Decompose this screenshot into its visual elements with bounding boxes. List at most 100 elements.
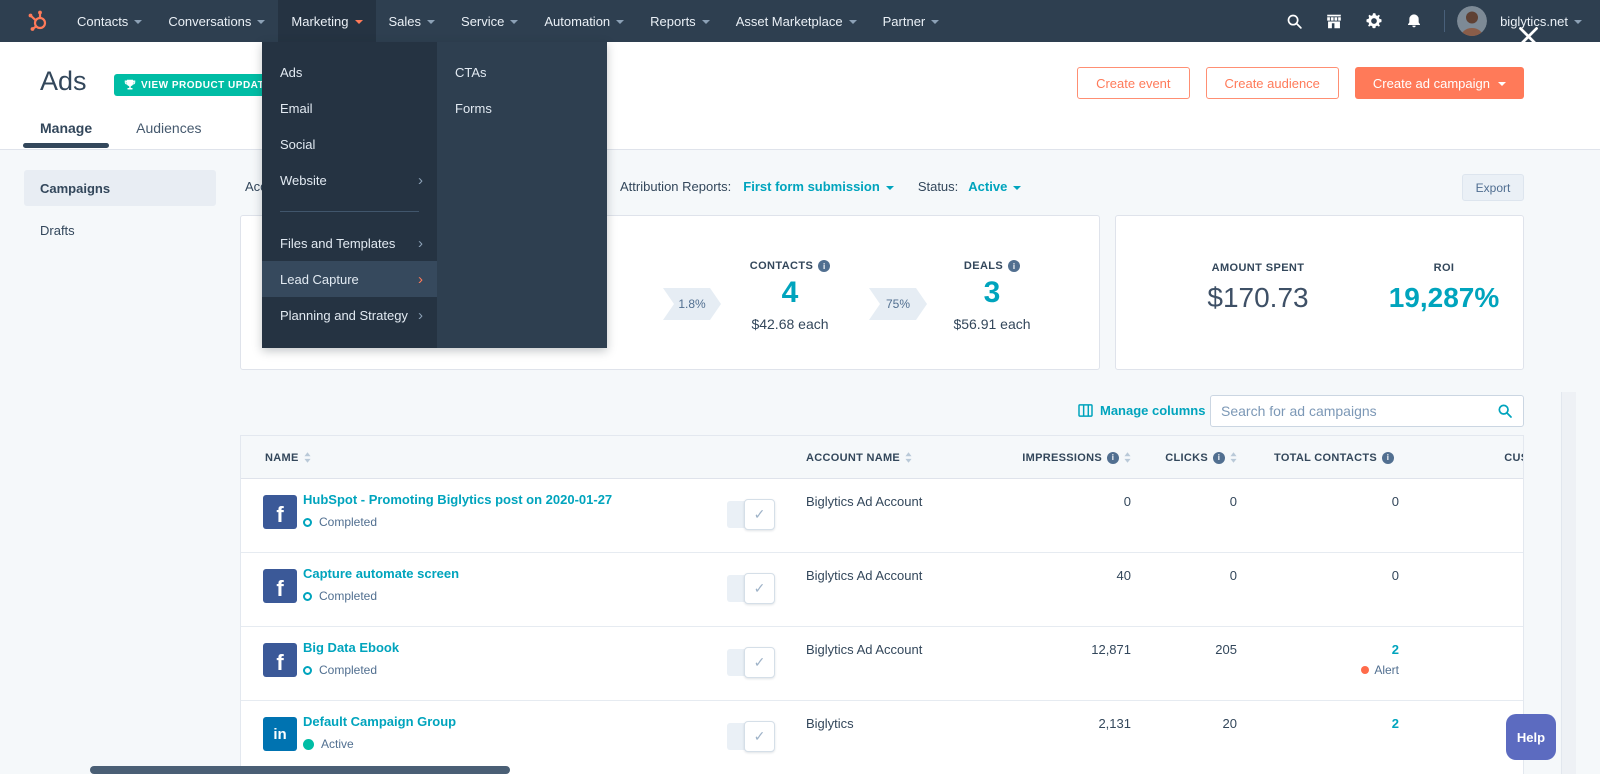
sidebar-item-drafts[interactable]: Drafts (24, 212, 216, 248)
chevron-right-icon (418, 235, 423, 252)
page-header: Ads VIEW PRODUCT UPDATES Create event Cr… (0, 42, 1600, 150)
attribution-dropdown[interactable]: First form submission (743, 179, 894, 194)
facebook-icon: f (263, 643, 297, 677)
toggle-knob-check-icon (744, 573, 775, 604)
tab-audiences[interactable]: Audiences (136, 120, 201, 148)
sort-icon[interactable] (1230, 452, 1237, 463)
roi-stat: ROI 19,287% (1364, 262, 1524, 314)
horizontal-scrollbar-thumb[interactable] (90, 766, 510, 774)
campaign-status: Active (303, 737, 354, 751)
column-header-impressions[interactable]: IMPRESSIONS (1001, 436, 1131, 479)
contacts-value: 4 (781, 276, 799, 309)
spend-roi-card: AMOUNT SPENT $170.73 ROI 19,287% (1115, 215, 1524, 370)
notifications-bell-icon[interactable] (1396, 0, 1432, 42)
create-audience-button[interactable]: Create audience (1205, 67, 1339, 99)
conversion-rate: 1.8% (678, 297, 706, 311)
search-icon[interactable] (1276, 0, 1312, 42)
info-icon[interactable] (818, 260, 831, 272)
alert-dot-icon (1361, 666, 1370, 674)
close-icon[interactable] (1517, 25, 1540, 53)
menu-item-lead-capture[interactable]: Lead Capture (262, 261, 437, 297)
campaign-name-link[interactable]: Capture automate screen (303, 566, 459, 581)
chevron-down-icon (134, 20, 143, 24)
info-icon[interactable] (1008, 260, 1021, 272)
column-label: IMPRESSIONS (1022, 451, 1102, 464)
nav-item-partner[interactable]: Partner (870, 0, 953, 42)
campaign-search (1210, 395, 1524, 427)
campaign-name-link[interactable]: HubSpot - Promoting Biglytics post on 20… (303, 492, 612, 507)
nav-item-marketing[interactable]: Marketing (278, 0, 376, 42)
nav-item-reports[interactable]: Reports (637, 0, 723, 42)
nav-item-asset-marketplace[interactable]: Asset Marketplace (723, 0, 870, 42)
search-input[interactable] (1211, 403, 1493, 419)
impressions-cell: 0 (1123, 494, 1131, 509)
help-button[interactable]: Help (1506, 714, 1556, 760)
nav-item-contacts[interactable]: Contacts (64, 0, 155, 42)
toggle-knob-check-icon (744, 721, 775, 752)
info-icon[interactable] (1107, 451, 1119, 464)
column-header-customers[interactable]: CUSTOMERS (1474, 436, 1523, 479)
create-ad-campaign-button[interactable]: Create ad campaign (1354, 67, 1524, 99)
submenu-item-ctas[interactable]: CTAs (437, 54, 607, 90)
attribution-label: Attribution Reports: (620, 179, 732, 194)
status-dropdown[interactable]: Active (968, 179, 1022, 194)
info-icon[interactable] (1213, 451, 1225, 464)
nav-item-automation[interactable]: Automation (531, 0, 637, 42)
sidebar-item-campaigns[interactable]: Campaigns (24, 170, 216, 206)
menu-item-social[interactable]: Social (262, 126, 437, 162)
campaign-name-link[interactable]: Default Campaign Group (303, 714, 456, 729)
column-label: CLICKS (1165, 451, 1208, 464)
nav-item-service[interactable]: Service (448, 0, 531, 42)
contacts-link[interactable]: 2 (1392, 716, 1399, 731)
campaign-name-link[interactable]: Big Data Ebook (303, 640, 399, 655)
menu-item-files-and-templates[interactable]: Files and Templates (262, 225, 437, 261)
menu-label: Lead Capture (280, 271, 359, 287)
campaign-toggle[interactable] (727, 573, 775, 604)
vertical-scrollbar[interactable] (1561, 392, 1576, 774)
create-event-button[interactable]: Create event (1077, 67, 1190, 99)
manage-columns-link[interactable]: Manage columns (1078, 403, 1205, 418)
nav-item-sales[interactable]: Sales (376, 0, 449, 42)
hubspot-logo-icon[interactable] (0, 9, 64, 33)
menu-item-website[interactable]: Website (262, 162, 437, 198)
settings-gear-icon[interactable] (1356, 0, 1392, 42)
menu-item-planning-and-strategy[interactable]: Planning and Strategy (262, 297, 437, 333)
campaign-toggle[interactable] (727, 499, 775, 530)
tab-manage[interactable]: Manage (22, 120, 110, 148)
submenu-item-forms[interactable]: Forms (437, 90, 607, 126)
user-avatar[interactable] (1457, 6, 1488, 36)
menu-label: Email (280, 100, 313, 116)
trophy-icon (124, 79, 136, 90)
marketplace-icon[interactable] (1316, 0, 1352, 42)
menu-label: Social (280, 136, 316, 152)
account-menu[interactable]: biglytics.net (1500, 14, 1582, 29)
active-status-icon (303, 738, 314, 750)
stat-label: DEALS (963, 260, 1004, 272)
column-header-name[interactable]: NAME (265, 436, 311, 479)
attribution-filter: Attribution Reports: First form submissi… (620, 179, 1022, 194)
status-label: Status: (917, 179, 959, 194)
account-name-cell: Biglytics Ad Account (806, 568, 923, 583)
sort-icon[interactable] (304, 452, 311, 463)
deals-value: 3 (983, 276, 1001, 309)
clicks-cell: 205 (1215, 642, 1237, 657)
menu-item-email[interactable]: Email (262, 90, 437, 126)
nav-label: Sales (388, 13, 422, 29)
export-button[interactable]: Export (1462, 174, 1524, 201)
campaign-toggle[interactable] (727, 647, 775, 678)
column-header-account-name[interactable]: ACCOUNT NAME (806, 436, 912, 479)
sort-icon[interactable] (1124, 452, 1131, 463)
menu-label: Planning and Strategy (280, 307, 408, 323)
completed-status-icon (303, 591, 312, 601)
alert-badge: Alert (1281, 663, 1399, 677)
nav-item-conversations[interactable]: Conversations (155, 0, 278, 42)
campaign-toggle[interactable] (727, 721, 775, 752)
info-icon[interactable] (1382, 451, 1394, 464)
menu-item-ads[interactable]: Ads (262, 54, 437, 90)
column-header-total-contacts[interactable]: TOTAL CONTACTS (1274, 436, 1399, 479)
column-header-clicks[interactable]: CLICKS (1141, 436, 1237, 479)
search-icon[interactable] (1493, 403, 1523, 419)
sort-icon[interactable] (905, 452, 912, 463)
button-label: Create ad campaign (1372, 75, 1490, 91)
contacts-link[interactable]: 2 (1392, 642, 1399, 657)
